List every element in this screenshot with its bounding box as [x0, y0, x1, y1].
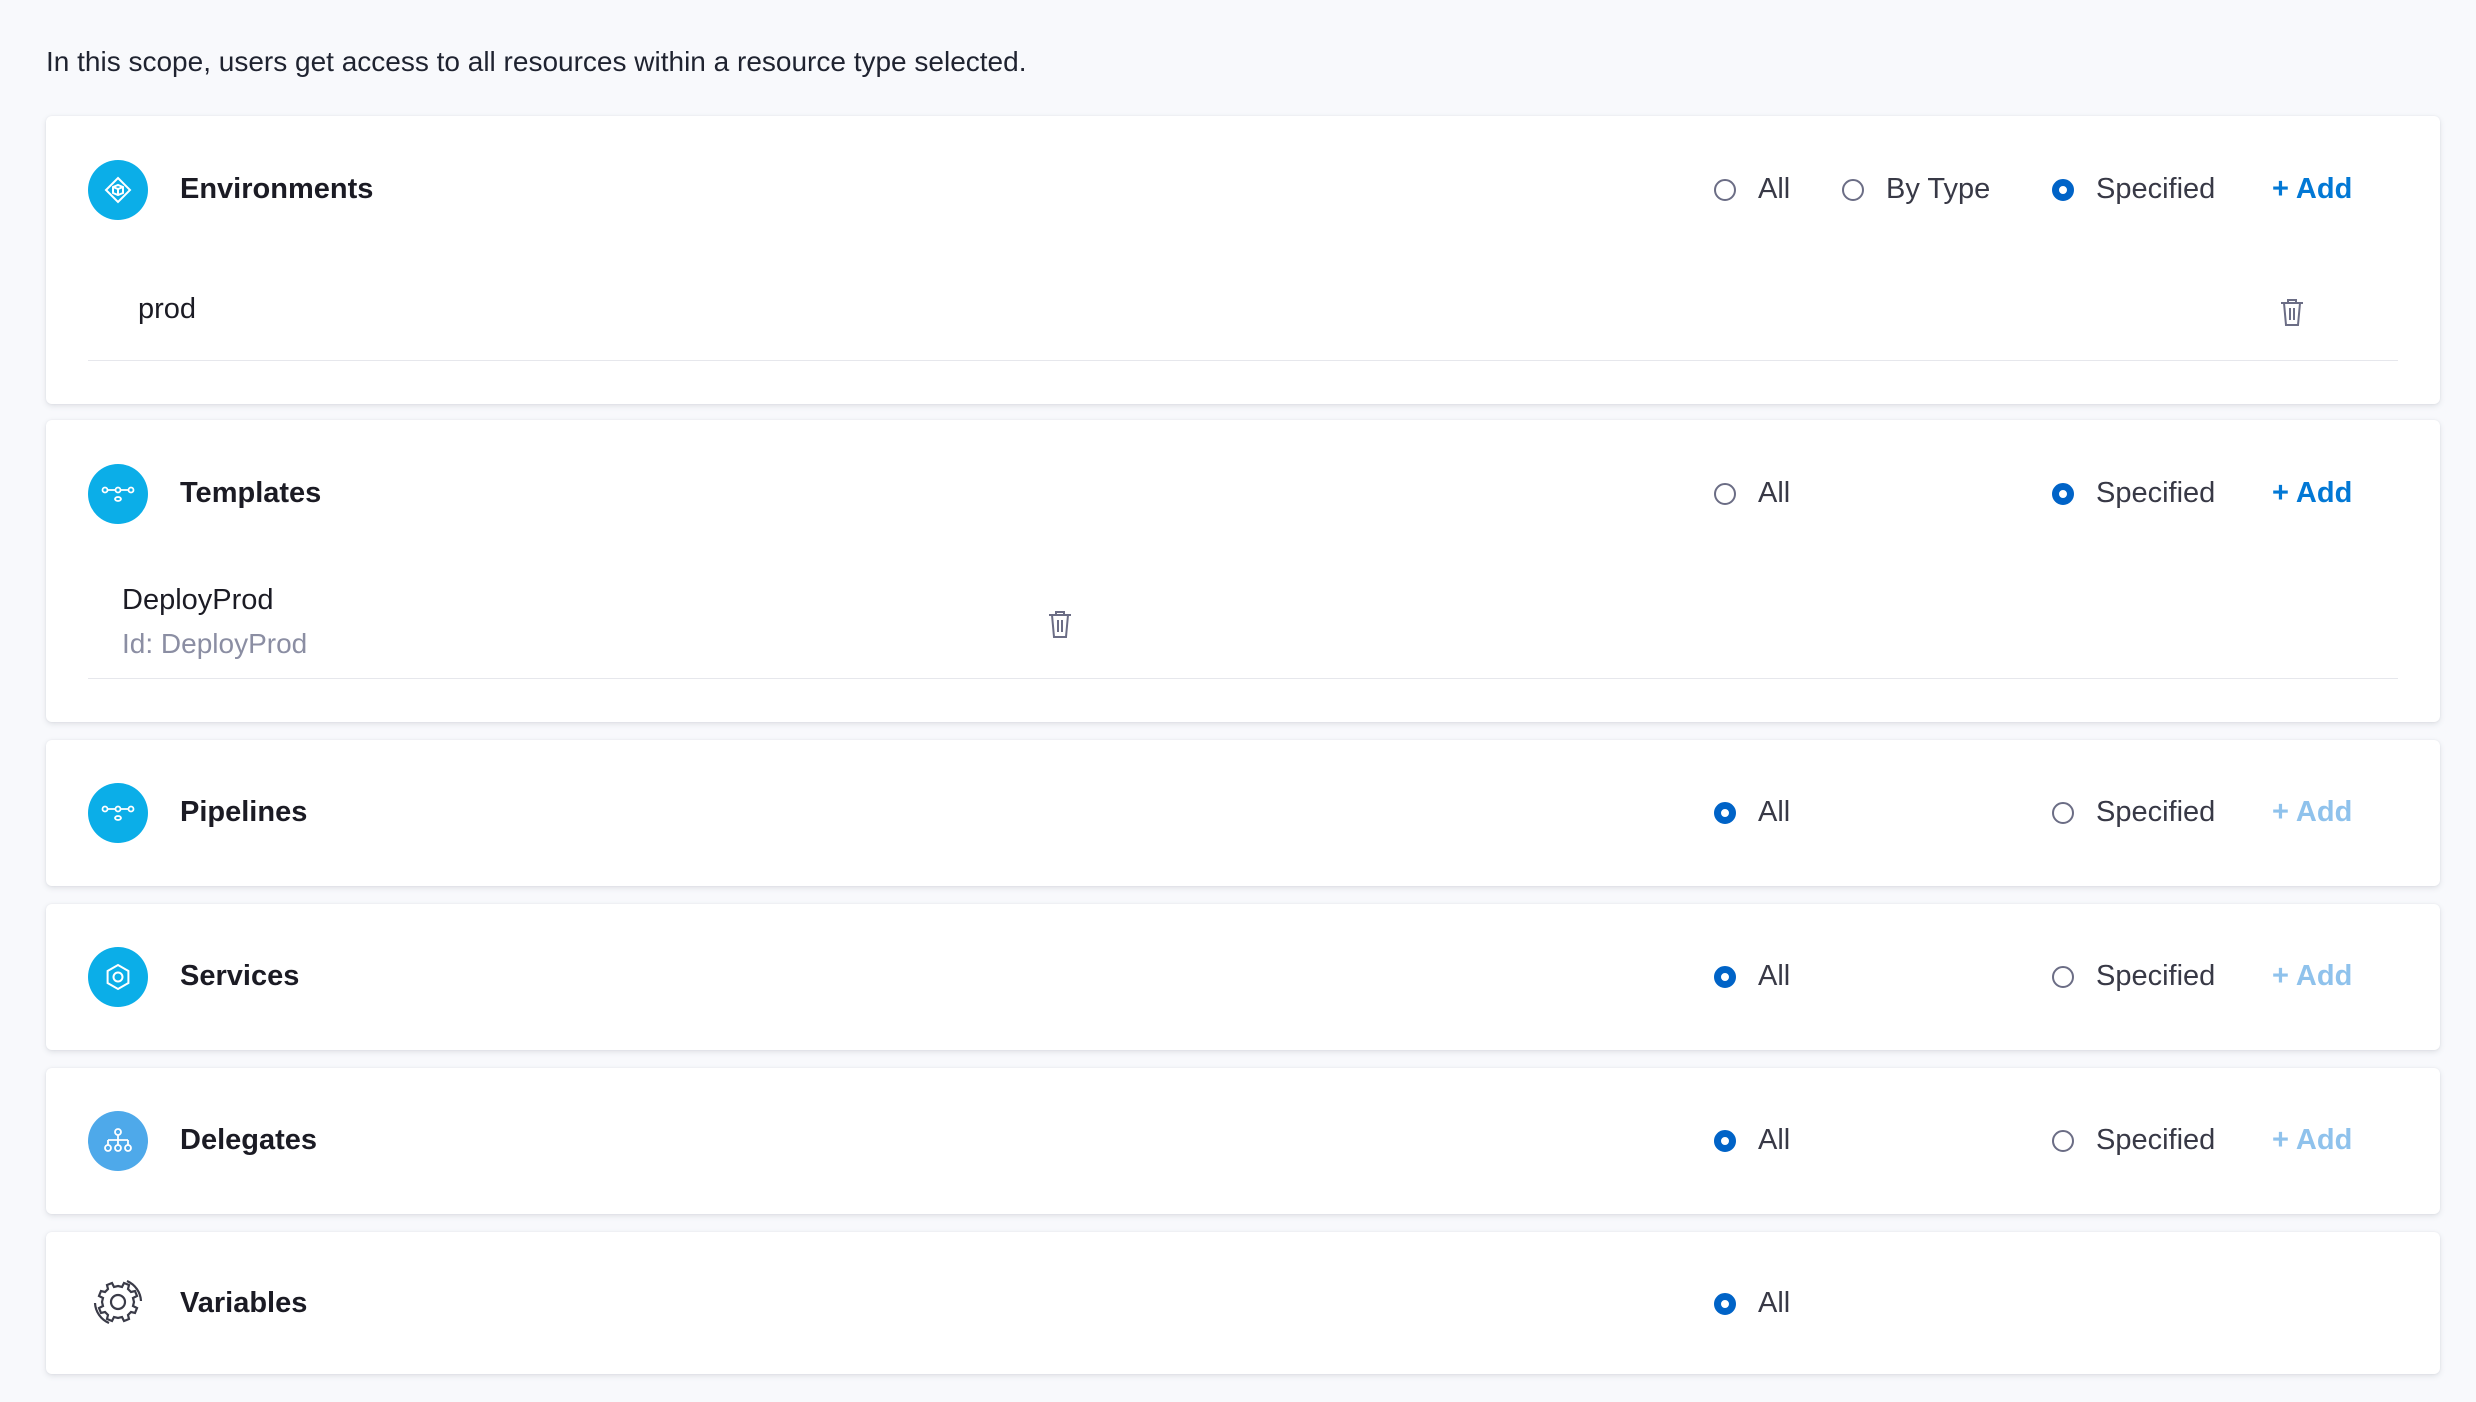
add-button[interactable]: + Add [2272, 477, 2352, 510]
radio-specified[interactable]: Specified [2052, 1124, 2215, 1157]
add-button[interactable]: + Add [2272, 960, 2352, 993]
template-item-name: DeployProd [122, 584, 274, 616]
resource-card-delegates: Delegates All Specified + Add [46, 1068, 2440, 1214]
add-button[interactable]: + Add [2272, 796, 2352, 829]
service-icon [88, 947, 148, 1007]
resource-card-templates: Templates All Specified + Add DeployProd… [46, 420, 2440, 722]
section-title: Pipelines [180, 796, 308, 828]
add-button[interactable]: + Add [2272, 1124, 2352, 1157]
radio-all[interactable]: All [1714, 173, 1790, 206]
template-item-id: Id: DeployProd [122, 628, 308, 659]
variables-gear-icon [88, 1272, 148, 1332]
radio-all[interactable]: All [1714, 1124, 1790, 1157]
resource-card-variables: Variables All [46, 1232, 2440, 1374]
radio-specified[interactable]: Specified [2052, 796, 2215, 829]
scope-description: In this scope, users get access to all r… [46, 46, 1027, 77]
radio-specified[interactable]: Specified [2052, 173, 2215, 206]
section-title: Services [180, 960, 300, 992]
add-button[interactable]: + Add [2272, 173, 2352, 206]
resource-card-environments: Environments All By Type Specified + Add… [46, 116, 2440, 404]
radio-specified[interactable]: Specified [2052, 960, 2215, 993]
trash-icon[interactable] [1046, 608, 1074, 640]
section-title: Variables [180, 1287, 308, 1319]
resource-card-pipelines: Pipelines All Specified + Add [46, 740, 2440, 886]
section-title: Delegates [180, 1124, 318, 1156]
section-title: Environments [180, 173, 374, 205]
radio-all[interactable]: All [1714, 477, 1790, 510]
radio-all[interactable]: All [1714, 796, 1790, 829]
resource-card-services: Services All Specified + Add [46, 904, 2440, 1050]
radio-by-type[interactable]: By Type [1842, 173, 1990, 206]
radio-all[interactable]: All [1714, 1287, 1790, 1320]
radio-specified[interactable]: Specified [2052, 477, 2215, 510]
row-divider [88, 678, 2398, 679]
section-title: Templates [180, 477, 322, 509]
environment-icon [88, 160, 148, 220]
trash-icon[interactable] [2278, 296, 2306, 328]
template-icon [88, 464, 148, 524]
row-divider [88, 360, 2398, 361]
delegate-icon [88, 1111, 148, 1171]
radio-all[interactable]: All [1714, 960, 1790, 993]
pipeline-icon [88, 783, 148, 843]
environment-item-name: prod [138, 293, 197, 325]
